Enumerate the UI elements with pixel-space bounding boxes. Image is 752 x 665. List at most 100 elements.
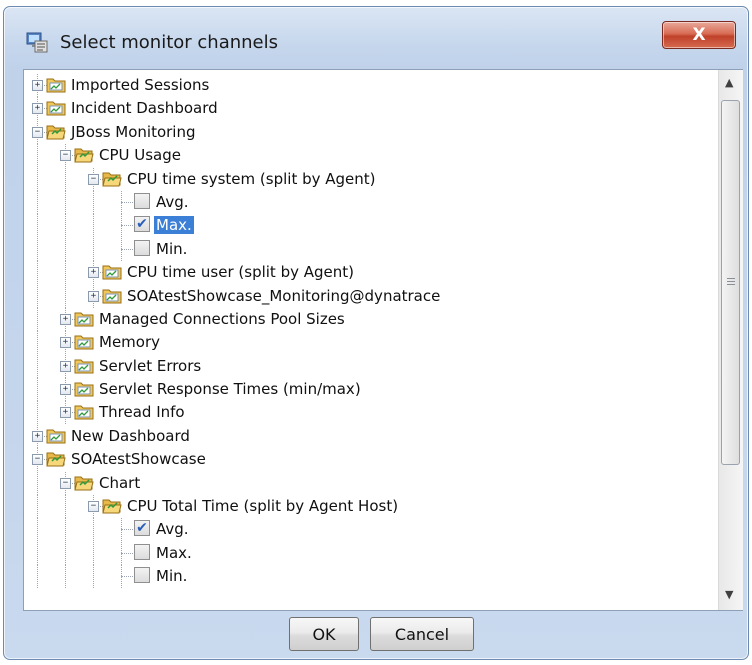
expand-icon[interactable]: + bbox=[60, 407, 71, 419]
vertical-scrollbar[interactable]: ▲ ▼ bbox=[718, 70, 743, 610]
open-folder-icon bbox=[74, 146, 94, 163]
tree-node[interactable]: − SOAtestShowcase bbox=[24, 448, 718, 472]
tree-viewport[interactable]: + Imported Sessions + Incident Dashboard − JB… bbox=[24, 70, 718, 610]
dialog-window: Select monitor channels X + Imported Sess… bbox=[3, 6, 749, 660]
title-bar[interactable]: Select monitor channels X bbox=[4, 7, 748, 69]
collapse-icon[interactable]: − bbox=[88, 501, 99, 513]
tree-item-label[interactable]: Max. bbox=[154, 216, 194, 235]
tree-guide-line bbox=[65, 284, 66, 308]
tree-node[interactable]: + New Dashboard bbox=[24, 424, 718, 448]
tree-item-label[interactable]: CPU time user (split by Agent) bbox=[125, 263, 356, 281]
tree-node[interactable]: + Thread Info bbox=[24, 401, 718, 425]
tree-item-label[interactable]: SOAtestShowcase bbox=[69, 450, 208, 468]
tree-item-label[interactable]: CPU time system (split by Agent) bbox=[125, 170, 378, 188]
checkbox[interactable] bbox=[134, 192, 150, 209]
tree-check-item[interactable]: Max. bbox=[24, 541, 718, 565]
tree-item-label[interactable]: SOAtestShowcase_Monitoring@dynatrace bbox=[125, 287, 442, 305]
tree-item-label[interactable]: Min. bbox=[154, 240, 189, 258]
tree-node[interactable]: + Memory bbox=[24, 331, 718, 355]
tree-item-label[interactable]: Servlet Errors bbox=[97, 357, 203, 375]
collapse-icon[interactable]: − bbox=[60, 150, 71, 162]
grip-line bbox=[727, 284, 735, 285]
collapse-icon[interactable]: − bbox=[32, 126, 43, 138]
ok-button[interactable]: OK bbox=[289, 617, 359, 651]
tree-node[interactable]: − JBoss Monitoring bbox=[24, 120, 718, 144]
tree-check-item[interactable]: Min. bbox=[24, 565, 718, 589]
tree-node[interactable]: + Servlet Errors bbox=[24, 354, 718, 378]
tree-node[interactable]: + CPU time user (split by Agent) bbox=[24, 261, 718, 285]
expand-icon[interactable]: + bbox=[60, 313, 71, 325]
tree-check-item[interactable]: ✔ Avg. bbox=[24, 518, 718, 542]
checkbox[interactable] bbox=[134, 239, 150, 256]
scroll-thumb[interactable] bbox=[721, 100, 740, 465]
cancel-button-label: Cancel bbox=[394, 624, 450, 644]
tree-guide-line bbox=[37, 471, 38, 495]
collapse-icon[interactable]: − bbox=[60, 477, 71, 489]
tree-guide-line bbox=[37, 495, 38, 519]
expand-icon[interactable]: + bbox=[60, 360, 71, 372]
tree-node[interactable]: − CPU Total Time (split by Agent Host) bbox=[24, 495, 718, 519]
tree-item-label[interactable]: Thread Info bbox=[97, 403, 187, 421]
tree-item-label[interactable]: Avg. bbox=[154, 193, 191, 211]
tree-check-item[interactable]: Avg. bbox=[24, 190, 718, 214]
expand-icon[interactable]: + bbox=[88, 267, 99, 279]
tree-guide-line bbox=[121, 237, 122, 261]
collapse-icon[interactable]: − bbox=[88, 173, 99, 185]
tree-item-label[interactable]: Servlet Response Times (min/max) bbox=[97, 380, 363, 398]
ok-button-label: OK bbox=[312, 624, 336, 644]
open-folder-icon bbox=[102, 170, 122, 187]
checked-checkbox[interactable]: ✔ bbox=[134, 520, 150, 537]
tree-connector-line bbox=[121, 225, 135, 227]
collapse-icon[interactable]: − bbox=[32, 454, 43, 466]
tree-item-label[interactable]: Min. bbox=[154, 567, 189, 585]
tree-node[interactable]: − Chart bbox=[24, 471, 718, 495]
dashboard-folder-icon bbox=[74, 357, 94, 374]
tree-item-label[interactable]: JBoss Monitoring bbox=[69, 123, 198, 141]
tree-check-item[interactable]: ✔ Max. bbox=[24, 214, 718, 238]
tree-guide-line bbox=[93, 214, 94, 238]
tree-item-label[interactable]: Avg. bbox=[154, 520, 191, 538]
tree-node[interactable]: − CPU time system (split by Agent) bbox=[24, 167, 718, 191]
scroll-down-arrow-icon[interactable]: ▼ bbox=[725, 588, 733, 601]
scroll-up-arrow-icon[interactable]: ▲ bbox=[725, 76, 733, 89]
checkbox[interactable] bbox=[134, 543, 150, 560]
tree-guide-line bbox=[37, 354, 38, 378]
tree-item-label[interactable]: Imported Sessions bbox=[69, 76, 211, 94]
dashboard-folder-icon bbox=[74, 333, 94, 350]
tree-guide-line bbox=[93, 190, 94, 214]
tree-connector-line bbox=[121, 248, 135, 250]
expand-icon[interactable]: + bbox=[32, 103, 43, 115]
expand-icon[interactable]: + bbox=[60, 337, 71, 349]
tree-item-label[interactable]: Chart bbox=[97, 474, 142, 492]
tree-connector-line bbox=[121, 529, 135, 531]
tree-node[interactable]: − CPU Usage bbox=[24, 144, 718, 168]
tree-node[interactable]: + Incident Dashboard bbox=[24, 97, 718, 121]
expand-icon[interactable]: + bbox=[32, 80, 43, 91]
expand-icon[interactable]: + bbox=[60, 384, 71, 396]
tree-guide-line bbox=[65, 190, 66, 214]
tree-item-label[interactable]: Incident Dashboard bbox=[69, 99, 220, 117]
checked-checkbox[interactable]: ✔ bbox=[134, 216, 150, 233]
tree-node[interactable]: + Servlet Response Times (min/max) bbox=[24, 378, 718, 402]
close-button[interactable]: X bbox=[662, 21, 736, 49]
expand-icon[interactable]: + bbox=[32, 430, 43, 442]
tree-guide-line bbox=[37, 190, 38, 214]
tree-guide-line bbox=[37, 261, 38, 285]
cancel-button[interactable]: Cancel bbox=[370, 617, 474, 651]
tree-item-label[interactable]: CPU Usage bbox=[97, 146, 183, 164]
tree-item-label[interactable]: New Dashboard bbox=[69, 427, 192, 445]
tree-node[interactable]: + Managed Connections Pool Sizes bbox=[24, 307, 718, 331]
tree-node[interactable]: + Imported Sessions bbox=[24, 74, 718, 97]
tree-item-label[interactable]: Managed Connections Pool Sizes bbox=[97, 310, 347, 328]
tree-guide-line bbox=[37, 378, 38, 402]
expand-icon[interactable]: + bbox=[88, 290, 99, 302]
tree-node[interactable]: + SOAtestShowcase_Monitoring@dynatrace bbox=[24, 284, 718, 308]
tree-guide-line bbox=[93, 518, 94, 542]
tree-item-label[interactable]: Max. bbox=[154, 544, 194, 562]
tree-guide-line bbox=[37, 284, 38, 308]
tree-item-label[interactable]: CPU Total Time (split by Agent Host) bbox=[125, 497, 400, 515]
tree-item-label[interactable]: Memory bbox=[97, 333, 162, 351]
tree-check-item[interactable]: Min. bbox=[24, 237, 718, 261]
tree-guide-line bbox=[65, 261, 66, 285]
checkbox[interactable] bbox=[134, 567, 150, 584]
